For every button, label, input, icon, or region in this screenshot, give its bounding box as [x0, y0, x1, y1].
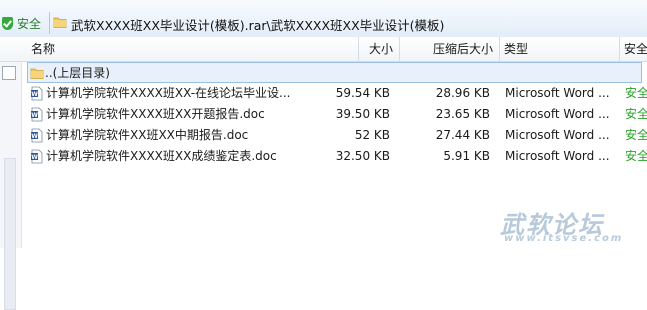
file-security: 安全 — [625, 149, 647, 163]
file-size: 39.50 KB — [335, 107, 390, 121]
file-security: 安全 — [625, 107, 647, 121]
column-type[interactable]: 类型 — [500, 37, 620, 61]
watermark-url: www.itsvse.com — [504, 233, 624, 244]
column-size[interactable]: 大小 — [300, 37, 400, 61]
svg-text:W: W — [31, 154, 38, 161]
file-size: 59.54 KB — [335, 86, 390, 100]
archive-path[interactable]: 武软XXXX班XX毕业设计(模板).rar\武软XXXX班XX毕业设计(模板) — [71, 15, 444, 34]
parent-directory-row[interactable]: ..(上层目录) — [27, 62, 642, 83]
file-row[interactable]: W 计算机学院软件XXXX班XX成绩鉴定表.doc 32.50 KB 5.91 … — [0, 146, 647, 167]
file-list: ..(上层目录) W 计算机学院软件XXXX班XX-在线论坛毕业设... 59.… — [0, 62, 647, 167]
file-type: Microsoft Word ... — [505, 128, 610, 142]
address-separator — [49, 12, 50, 34]
site-watermark: 武软论坛 www.itsvse.com — [494, 205, 644, 245]
file-type: Microsoft Word ... — [505, 86, 610, 100]
word-document-icon: W — [31, 86, 43, 101]
file-name: 计算机学院软件XXXX班XX成绩鉴定表.doc — [46, 149, 277, 163]
address-bar: 安全 武软XXXX班XX毕业设计(模板).rar\武软XXXX班XX毕业设计(模… — [0, 0, 647, 38]
file-compressed-size: 5.91 KB — [443, 149, 490, 163]
file-type: Microsoft Word ... — [505, 107, 610, 121]
folder-up-icon — [30, 68, 44, 79]
file-security: 安全 — [625, 128, 647, 142]
column-security[interactable]: 安全 — [620, 37, 647, 61]
file-row[interactable]: W 计算机学院软件XXXX班XX开题报告.doc 39.50 KB 23.65 … — [0, 104, 647, 125]
parent-directory-label: ..(上层目录) — [45, 66, 110, 80]
gutter-scroll-thumb[interactable] — [4, 158, 16, 310]
file-size: 32.50 KB — [335, 149, 390, 163]
safe-indicator[interactable]: 安全 — [2, 11, 46, 35]
folder-icon — [53, 17, 67, 28]
shield-check-icon — [2, 16, 13, 30]
column-compressed-size[interactable]: 压缩后大小 — [400, 37, 500, 61]
file-name: 计算机学院软件XXXX班XX开题报告.doc — [46, 107, 265, 121]
file-security: 安全 — [625, 86, 647, 100]
file-compressed-size: 28.96 KB — [435, 86, 490, 100]
file-row[interactable]: W 计算机学院软件XX班XX中期报告.doc 52 KB 27.44 KB Mi… — [0, 125, 647, 146]
svg-text:W: W — [31, 91, 38, 98]
word-document-icon: W — [31, 128, 43, 143]
file-compressed-size: 27.44 KB — [435, 128, 490, 142]
file-name: 计算机学院软件XX班XX中期报告.doc — [46, 128, 249, 142]
file-compressed-size: 23.65 KB — [435, 107, 490, 121]
file-type: Microsoft Word ... — [505, 149, 610, 163]
file-size: 52 KB — [354, 128, 390, 142]
safe-label: 安全 — [17, 16, 42, 31]
file-name: 计算机学院软件XXXX班XX-在线论坛毕业设... — [46, 86, 291, 100]
svg-text:W: W — [31, 133, 38, 140]
file-row[interactable]: W 计算机学院软件XXXX班XX-在线论坛毕业设... 59.54 KB 28.… — [0, 83, 647, 104]
svg-text:W: W — [31, 112, 38, 119]
word-document-icon: W — [31, 149, 43, 164]
word-document-icon: W — [31, 107, 43, 122]
